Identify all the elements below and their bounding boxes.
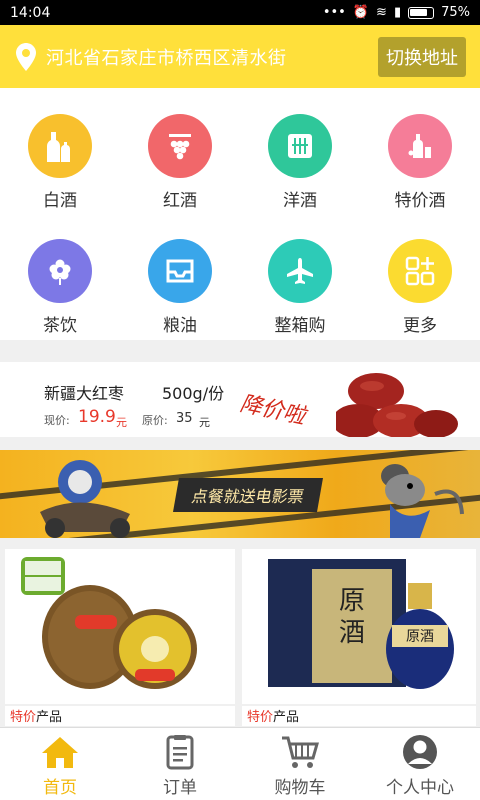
promo-orig-price: 35 — [176, 411, 193, 426]
tray-icon — [148, 239, 212, 303]
battery-percent: 75% — [441, 5, 470, 20]
product-tag-highlight: 特价 — [247, 710, 274, 725]
category-label: 粮油 — [163, 316, 197, 336]
status-bar: 14:04 ••• ⏰ ≋ ▮ 75% — [0, 0, 480, 25]
category-label: 茶饮 — [43, 316, 77, 336]
foreign-wine-icon — [268, 114, 332, 178]
category-liangyou[interactable]: 粮油 — [120, 239, 240, 336]
category-yangjiu[interactable]: 洋酒 — [240, 114, 360, 211]
product-tag: 特价产品 — [5, 706, 235, 726]
category-baijiu[interactable]: 白酒 — [0, 114, 120, 211]
svg-text:原酒: 原酒 — [406, 629, 434, 645]
signal-icon: ▮ — [393, 5, 402, 20]
cartoon-mouse-image — [381, 464, 464, 538]
svg-text:原: 原 — [339, 586, 365, 616]
product-card-yuanjiu[interactable]: 原 酒 原酒 — [242, 549, 476, 704]
nav-tab-label: 个人中心 — [386, 778, 454, 798]
location-pin-icon — [16, 42, 36, 71]
home-icon — [42, 737, 78, 768]
switch-address-button[interactable]: 切换地址 — [378, 36, 466, 77]
category-more[interactable]: 更多 — [360, 239, 480, 336]
kiwi-product-image — [21, 557, 197, 689]
promo-now-label: 现价: — [44, 414, 70, 427]
status-time: 14:04 — [10, 4, 51, 21]
category-tejiajiu[interactable]: 特价酒 — [360, 114, 480, 211]
bottom-nav: 首页 订单 购物车 个人中心 — [0, 727, 480, 800]
orders-icon — [166, 735, 194, 770]
product-tag-highlight: 特价 — [10, 710, 37, 725]
movie-ticket-banner[interactable]: 点餐就送电影票 — [0, 450, 480, 538]
promo-now-price: 19.9 — [78, 407, 116, 427]
airplane-icon — [268, 239, 332, 303]
product-tag-rest: 产品 — [36, 710, 63, 725]
nav-tab-label: 首页 — [43, 778, 77, 798]
product-tag-rest: 产品 — [273, 710, 300, 725]
cart-icon — [282, 736, 319, 768]
nav-tab-home[interactable]: 首页 — [0, 728, 120, 800]
category-label: 更多 — [403, 316, 437, 336]
bottles-icon — [28, 114, 92, 178]
cartoon-rider-image — [40, 460, 130, 538]
category-label: 白酒 — [43, 191, 77, 211]
promo-orig-label: 原价: — [142, 414, 168, 427]
nav-tab-cart[interactable]: 购物车 — [240, 728, 360, 800]
movie-banner-text: 点餐就送电影票 — [173, 478, 324, 512]
more-dots-icon: ••• — [322, 5, 346, 20]
discount-wine-icon — [388, 114, 452, 178]
category-label: 红酒 — [163, 191, 197, 211]
status-icons: ••• ⏰ ≋ ▮ 75% — [323, 5, 470, 20]
product-tag: 特价产品 — [242, 706, 476, 726]
promo-product-name: 新疆大红枣 — [44, 384, 125, 403]
product-card-kiwi[interactable] — [5, 549, 235, 704]
nav-tab-label: 购物车 — [274, 778, 326, 798]
more-grid-icon — [388, 239, 452, 303]
category-hongjiu[interactable]: 红酒 — [120, 114, 240, 211]
battery-icon — [408, 6, 435, 19]
promo-banner[interactable]: 新疆大红枣 500g/份 现价: 19.9 元 原价: 35 元 降价啦 — [0, 362, 480, 437]
alarm-icon: ⏰ — [352, 5, 370, 20]
category-label: 特价酒 — [394, 191, 446, 211]
promo-orig-unit: 元 — [199, 416, 210, 429]
location-header: 河北省石家庄市桥西区清水街 切换地址 — [0, 25, 480, 88]
current-address[interactable]: 河北省石家庄市桥西区清水街 — [46, 44, 378, 70]
grapes-icon — [148, 114, 212, 178]
category-label: 整箱购 — [274, 316, 326, 336]
liquor-product-image: 原 酒 原酒 — [268, 559, 454, 689]
nav-tab-orders[interactable]: 订单 — [120, 728, 240, 800]
flower-icon — [28, 239, 92, 303]
user-icon — [403, 735, 437, 769]
category-grid: 白酒 红酒 洋酒 特价酒 茶饮 粮油 整箱购 更多 — [0, 88, 480, 340]
svg-text:酒: 酒 — [339, 618, 365, 648]
category-label: 洋酒 — [283, 191, 317, 211]
promo-now-unit: 元 — [116, 416, 127, 429]
red-dates-image — [336, 373, 458, 437]
nav-tab-label: 订单 — [163, 778, 197, 798]
nav-tab-profile[interactable]: 个人中心 — [360, 728, 480, 800]
wifi-icon: ≋ — [376, 5, 387, 20]
promo-weight: 500g/份 — [162, 384, 225, 403]
category-chayin[interactable]: 茶饮 — [0, 239, 120, 336]
promo-slogan: 降价啦 — [237, 391, 308, 430]
category-zhengxianggou[interactable]: 整箱购 — [240, 239, 360, 336]
